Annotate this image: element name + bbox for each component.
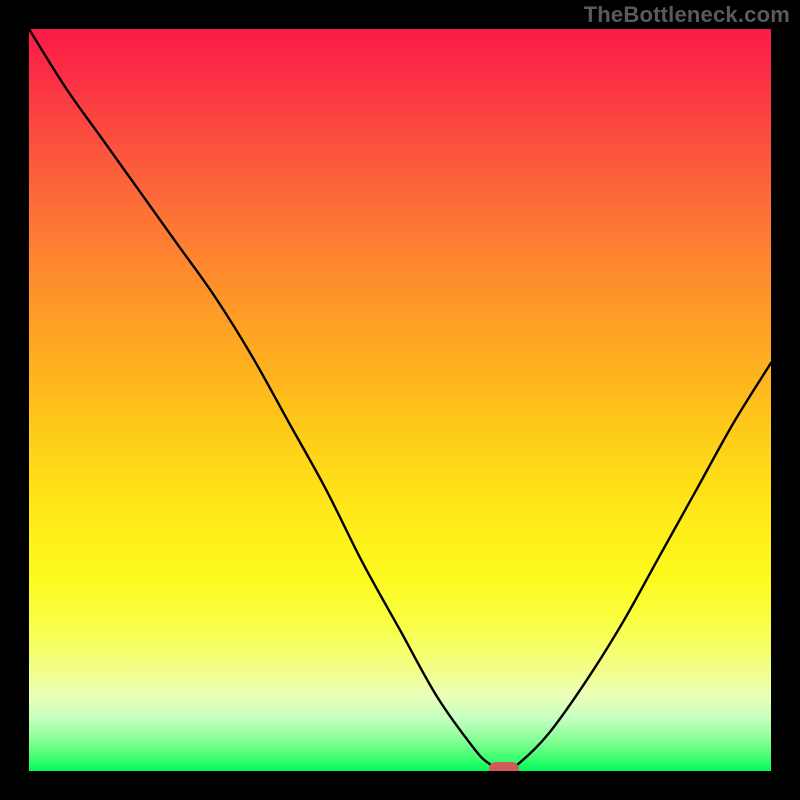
bottleneck-marker: [489, 762, 519, 771]
bottleneck-curve: [29, 29, 771, 771]
chart-container: TheBottleneck.com: [0, 0, 800, 800]
plot-area: [29, 29, 771, 771]
watermark-text: TheBottleneck.com: [584, 2, 790, 28]
